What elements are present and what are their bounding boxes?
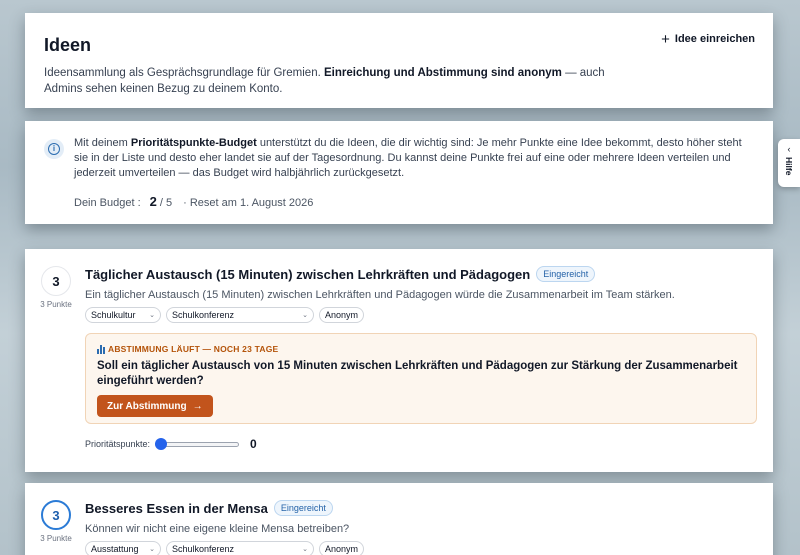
budget-line: Dein Budget : 2 / 5 · Reset am 1. August… xyxy=(74,194,755,209)
category-select[interactable]: Ausstattung ⌄ xyxy=(85,541,161,555)
page-description: Ideensammlung als Gesprächsgrundlage für… xyxy=(44,67,605,95)
points-label: 3 Punkte xyxy=(40,534,72,543)
idea-title[interactable]: Besseres Essen in der Mensa xyxy=(85,501,268,516)
chevron-down-icon: ⌄ xyxy=(149,312,155,319)
chevron-down-icon: ⌄ xyxy=(302,312,308,319)
budget-info-card: i Mit deinem Prioritätspunkte-Budget unt… xyxy=(25,121,773,224)
slider-track xyxy=(155,442,240,447)
plus-icon: + xyxy=(661,30,670,48)
chevron-left-icon: ‹ xyxy=(787,144,791,154)
points-counter: 3 xyxy=(41,500,71,530)
points-counter: 3 xyxy=(41,266,71,296)
priority-row: Prioritätspunkte: 0 xyxy=(85,437,757,451)
vote-box: ABSTIMMUNG LÄUFT — NOCH 23 TAGE Soll ein… xyxy=(85,333,757,424)
budget-reset-date: · Reset am 1. August 2026 xyxy=(183,197,314,209)
page-title: Ideen xyxy=(44,35,92,55)
idea-title[interactable]: Täglicher Austausch (15 Minuten) zwische… xyxy=(85,267,530,282)
committee-select[interactable]: Schulkonferenz ⌄ xyxy=(166,541,314,555)
vote-button[interactable]: Zur Abstimmung → xyxy=(97,395,213,417)
idea-card: 3 3 Punkte Besseres Essen in der Mensa E… xyxy=(25,483,773,555)
status-badge: Eingereicht xyxy=(536,266,596,282)
idea-points: 3 3 Punkte xyxy=(39,500,73,543)
vote-question: Soll ein täglicher Austausch von 15 Minu… xyxy=(97,360,738,387)
committee-select[interactable]: Schulkonferenz ⌄ xyxy=(166,307,314,323)
budget-total: / 5 xyxy=(159,197,173,209)
header-card: Ideen Ideensammlung als Gesprächsgrundla… xyxy=(25,13,773,108)
help-label: Hilfe xyxy=(784,157,794,176)
chevron-down-icon: ⌄ xyxy=(149,546,155,553)
idea-description: Können wir nicht eine eigene kleine Mens… xyxy=(85,523,350,535)
anonymous-badge: Anonym xyxy=(319,541,365,555)
chevron-down-icon: ⌄ xyxy=(302,546,308,553)
priority-value: 0 xyxy=(250,437,257,451)
help-tab[interactable]: ‹ Hilfe xyxy=(778,139,800,187)
submit-idea-button[interactable]: + Idee einreichen xyxy=(661,30,755,48)
category-select[interactable]: Schulkultur ⌄ xyxy=(85,307,161,323)
budget-label: Dein Budget : xyxy=(74,197,141,209)
idea-description: Ein täglicher Austausch (15 Minuten) zwi… xyxy=(85,289,675,301)
priority-label: Prioritätspunkte: xyxy=(85,439,151,449)
budget-info-text: Mit deinem Prioritätspunkte-Budget unter… xyxy=(74,137,742,179)
vote-status: ABSTIMMUNG LÄUFT — NOCH 23 TAGE xyxy=(97,344,745,354)
budget-used: 2 xyxy=(149,194,157,209)
info-icon: i xyxy=(44,139,64,159)
idea-points: 3 3 Punkte xyxy=(39,266,73,309)
points-label: 3 Punkte xyxy=(40,300,72,309)
idea-card: 3 3 Punkte Täglicher Austausch (15 Minut… xyxy=(25,249,773,472)
slider-thumb[interactable] xyxy=(155,438,168,450)
bar-chart-icon xyxy=(97,344,105,354)
priority-slider[interactable] xyxy=(155,438,240,450)
anonymous-badge: Anonym xyxy=(319,307,365,323)
status-badge: Eingereicht xyxy=(273,500,333,516)
submit-idea-label: Idee einreichen xyxy=(674,33,755,45)
arrow-right-icon: → xyxy=(192,400,203,412)
